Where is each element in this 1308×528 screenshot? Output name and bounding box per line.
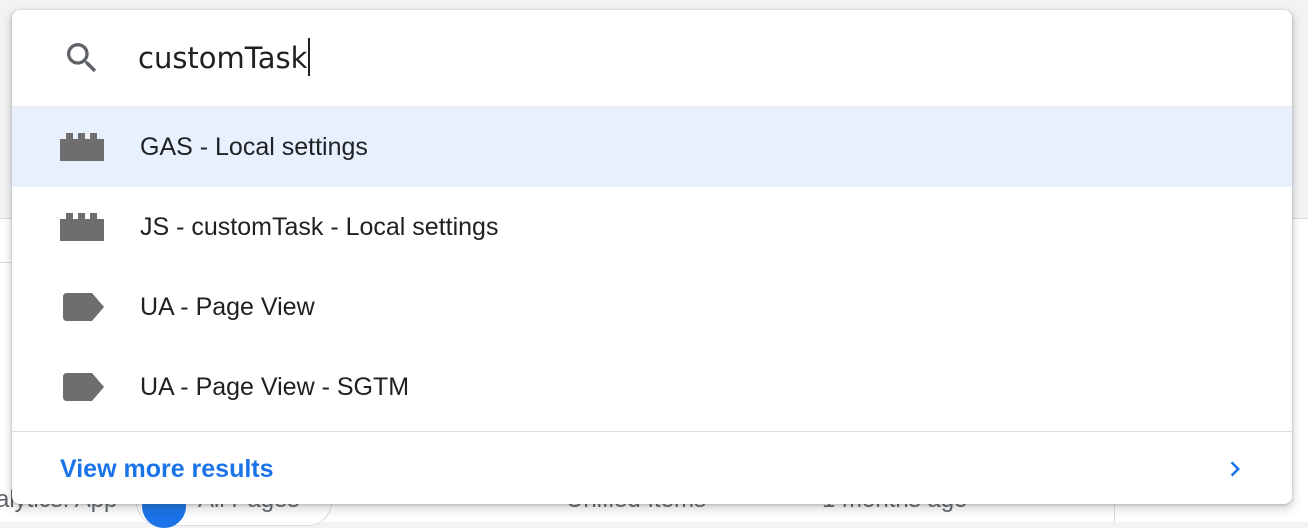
result-label: UA - Page View - SGTM [140, 373, 410, 401]
search-dropdown-panel: customTask GAS - Local settings JS - cus… [12, 10, 1292, 504]
tag-icon [63, 373, 104, 401]
result-label: GAS - Local settings [140, 133, 368, 161]
result-item[interactable]: UA - Page View - SGTM [12, 347, 1292, 427]
variable-icon [60, 133, 104, 161]
result-label: JS - customTask - Local settings [140, 213, 499, 241]
view-more-results-link[interactable]: View more results [12, 431, 1292, 504]
search-icon[interactable] [62, 38, 102, 78]
variable-icon [60, 213, 104, 241]
text-caret [308, 38, 311, 76]
view-more-results-label: View more results [60, 455, 274, 483]
background-divider [0, 262, 12, 263]
search-results-list: GAS - Local settings JS - customTask - L… [12, 107, 1292, 427]
search-input-value: customTask [138, 41, 308, 75]
result-item[interactable]: GAS - Local settings [12, 107, 1292, 187]
tag-icon [63, 293, 104, 321]
search-input[interactable]: customTask [138, 38, 311, 78]
chevron-right-icon[interactable] [1220, 454, 1250, 484]
result-item[interactable]: UA - Page View [12, 267, 1292, 347]
result-label: UA - Page View [140, 293, 315, 321]
search-bar[interactable]: customTask [12, 10, 1292, 107]
result-item[interactable]: JS - customTask - Local settings [12, 187, 1292, 267]
